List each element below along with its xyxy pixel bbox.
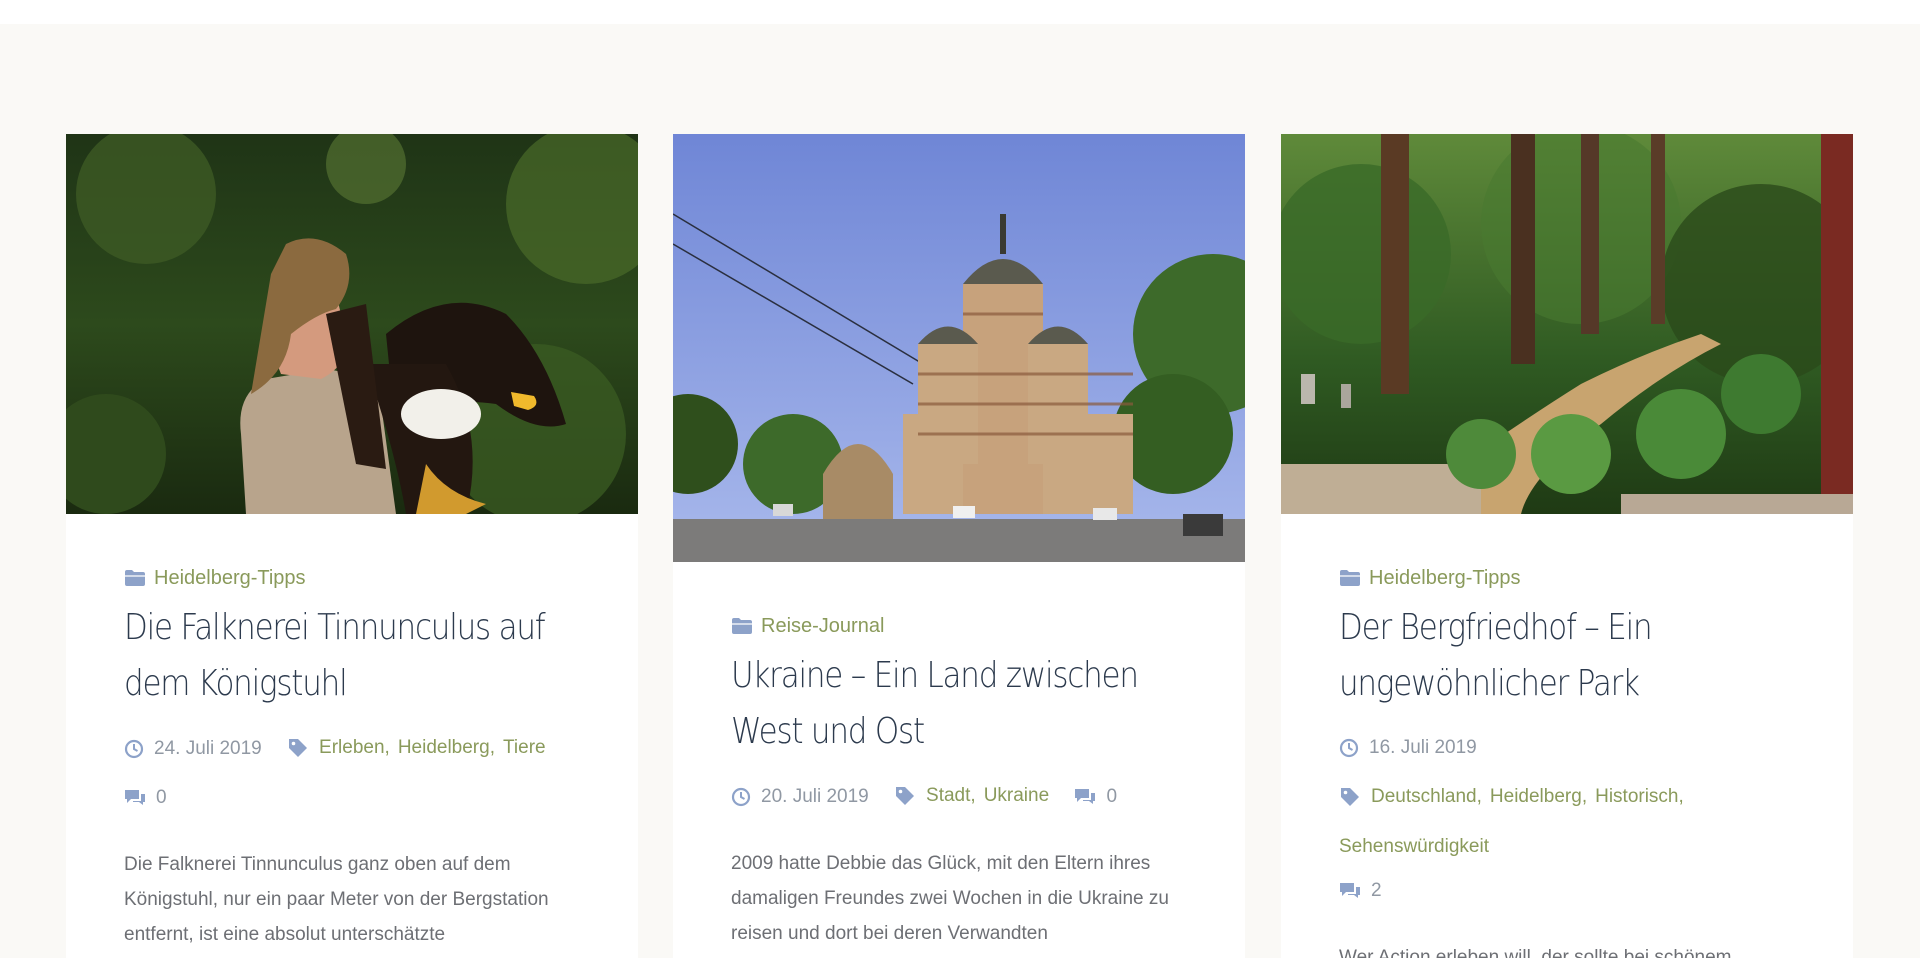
post-title[interactable]: Ukraine – Ein Land zwischen West und Ost <box>731 648 1187 760</box>
clock-icon <box>731 787 751 807</box>
tag-link[interactable]: Heidelberg <box>1490 775 1582 819</box>
category-link[interactable]: Heidelberg-Tipps <box>1369 567 1521 590</box>
category-link[interactable]: Heidelberg-Tipps <box>154 567 306 590</box>
post-body: Heidelberg-Tipps Der Bergfriedhof – Ein … <box>1281 514 1853 958</box>
post-excerpt: Wer Action erleben will, der sollte bei … <box>1339 947 1732 958</box>
comment-count[interactable]: 0 <box>1106 775 1117 819</box>
comments-icon <box>1075 789 1096 804</box>
post-category: Heidelberg-Tipps <box>124 566 580 590</box>
tag-link[interactable]: Erleben <box>319 726 385 770</box>
date-text: 24. Juli 2019 <box>154 738 262 759</box>
comment-count[interactable]: 0 <box>156 776 167 820</box>
post-excerpt: Die Falknerei Tinnunculus ganz oben auf … <box>124 854 549 945</box>
tag-link[interactable]: Deutschland <box>1371 775 1477 819</box>
falconer-eagle-image[interactable] <box>66 134 638 514</box>
post-category: Heidelberg-Tipps <box>1339 566 1795 590</box>
tag-icon <box>289 739 308 757</box>
post-comments[interactable]: 0 <box>1074 775 1117 819</box>
tag-link[interactable]: Ukraine <box>984 774 1049 818</box>
post-comments[interactable]: 2 <box>1339 869 1382 913</box>
folder-icon <box>1340 570 1360 586</box>
post-date: 16. Juli 2019 <box>1339 726 1477 770</box>
clock-icon <box>124 739 144 759</box>
post-thumbnail[interactable] <box>66 134 638 514</box>
cemetery-park-image[interactable] <box>1281 134 1853 514</box>
post-tags: Stadt, Ukraine <box>894 774 1049 818</box>
site-header-strip <box>0 0 1920 24</box>
tag-link[interactable]: Historisch <box>1595 775 1678 819</box>
clock-icon <box>1339 738 1359 758</box>
post-meta: 20. Juli 2019 Stadt, Ukraine 0 <box>731 774 1187 824</box>
post-card: Heidelberg-Tipps Der Bergfriedhof – Ein … <box>1281 134 1853 958</box>
tag-link[interactable]: Stadt <box>926 774 970 818</box>
post-tags: Erleben, Heidelberg, Tiere <box>287 726 546 770</box>
post-grid: Heidelberg-Tipps Die Falknerei Tinnuncul… <box>66 134 1854 958</box>
post-thumbnail[interactable] <box>1281 134 1853 514</box>
cathedral-image[interactable] <box>673 134 1245 562</box>
post-meta: 16. Juli 2019 Deutschland, Heidelberg, H… <box>1339 726 1795 918</box>
post-date: 24. Juli 2019 <box>124 727 262 771</box>
post-body: Reise-Journal Ukraine – Ein Land zwische… <box>673 562 1245 951</box>
post-excerpt: 2009 hatte Debbie das Glück, mit den Elt… <box>731 853 1169 944</box>
comment-count[interactable]: 2 <box>1371 869 1382 913</box>
tag-link[interactable]: Tiere <box>503 726 546 770</box>
comments-icon <box>125 790 145 805</box>
tag-link[interactable]: Sehenswürdigkeit <box>1339 836 1489 857</box>
post-meta: 24. Juli 2019 Erleben, Heidelberg, Tiere <box>124 726 580 825</box>
tag-link[interactable]: Heidelberg <box>398 726 490 770</box>
comments-icon <box>1340 883 1360 898</box>
folder-icon <box>125 570 145 586</box>
post-date: 20. Juli 2019 <box>731 775 869 819</box>
date-text: 20. Juli 2019 <box>761 786 869 807</box>
post-thumbnail[interactable] <box>673 134 1245 562</box>
post-card: Heidelberg-Tipps Die Falknerei Tinnuncul… <box>66 134 638 958</box>
date-text: 16. Juli 2019 <box>1369 737 1477 758</box>
post-category: Reise-Journal <box>731 614 1187 638</box>
post-card: Reise-Journal Ukraine – Ein Land zwische… <box>673 134 1245 958</box>
post-comments[interactable]: 0 <box>124 776 167 820</box>
tag-icon <box>1341 788 1359 806</box>
category-link[interactable]: Reise-Journal <box>761 615 884 638</box>
post-title[interactable]: Der Bergfriedhof – Ein ungewöhnlicher Pa… <box>1339 600 1795 712</box>
post-body: Heidelberg-Tipps Die Falknerei Tinnuncul… <box>66 514 638 952</box>
post-tags: Deutschland, Heidelberg, Historisch, <box>1339 775 1692 819</box>
tag-icon <box>896 787 915 805</box>
post-title[interactable]: Die Falknerei Tinnunculus auf dem Königs… <box>124 600 580 712</box>
folder-icon <box>732 618 752 634</box>
